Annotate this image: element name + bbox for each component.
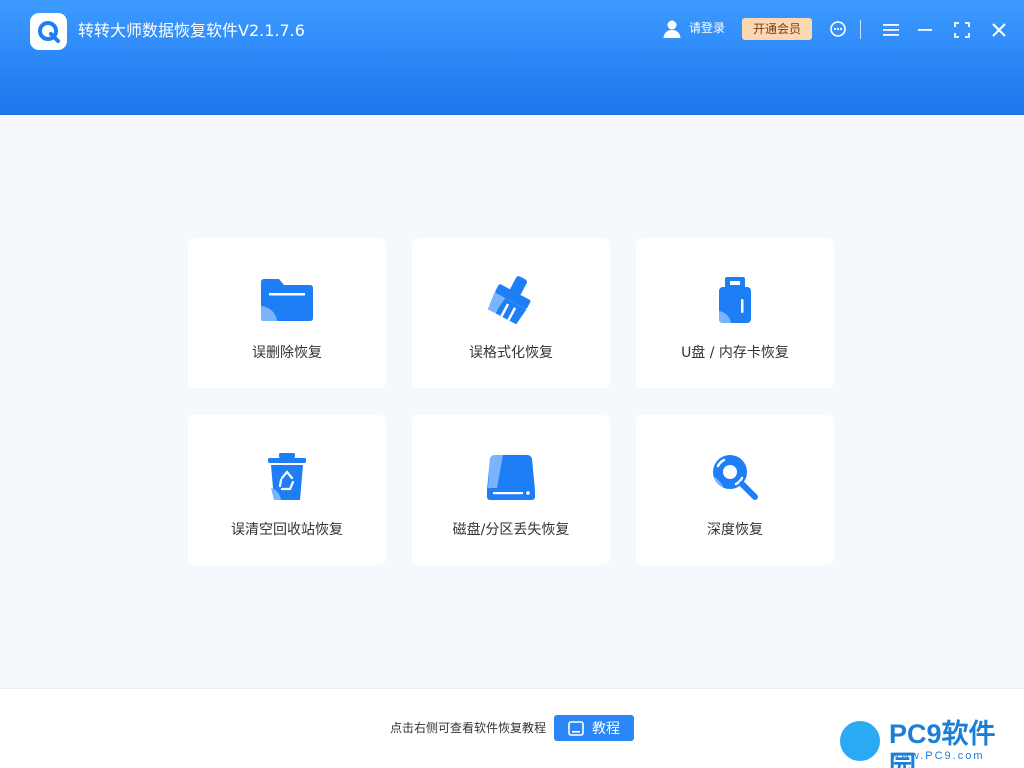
card-delete-recovery[interactable]: 误删除恢复 <box>188 238 386 388</box>
card-disk-recovery[interactable]: 磁盘/分区丢失恢复 <box>412 415 610 565</box>
folder-icon <box>261 279 313 321</box>
maximize-icon[interactable] <box>951 19 973 41</box>
card-deep-recovery[interactable]: 深度恢复 <box>636 415 834 565</box>
card-label: 深度恢复 <box>707 522 763 538</box>
card-label: 误清空回收站恢复 <box>231 522 343 538</box>
card-label: U盘 / 内存卡恢复 <box>681 345 789 361</box>
app-logo-icon <box>30 13 67 50</box>
support-icon[interactable] <box>827 18 849 40</box>
recycle-bin-icon <box>268 453 306 500</box>
menu-icon[interactable] <box>880 19 902 41</box>
vip-button[interactable]: 开通会员 <box>742 18 812 40</box>
disk-icon <box>487 455 535 500</box>
watermark-url: www.PC9.com <box>891 750 985 762</box>
card-format-recovery[interactable]: 误格式化恢复 <box>412 238 610 388</box>
usb-drive-icon <box>719 277 751 323</box>
pc9-watermark: PC9软件园 www.PC9.com <box>837 718 1022 768</box>
minimize-icon[interactable] <box>914 19 936 41</box>
card-recycle-bin-recovery[interactable]: 误清空回收站恢复 <box>188 415 386 565</box>
card-label: 误格式化恢复 <box>469 345 553 361</box>
pc9-logo-icon <box>837 718 883 764</box>
deep-scan-icon <box>713 455 758 500</box>
card-usb-recovery[interactable]: U盘 / 内存卡恢复 <box>636 238 834 388</box>
title-bar: 转转大师数据恢复软件V2.1.7.6 请登录 开通会员 <box>0 0 1024 115</box>
book-icon <box>568 720 584 736</box>
app-title: 转转大师数据恢复软件V2.1.7.6 <box>78 21 305 40</box>
card-label: 磁盘/分区丢失恢复 <box>452 522 570 538</box>
tutorial-label: 教程 <box>592 721 620 737</box>
user-icon[interactable] <box>662 19 682 39</box>
tutorial-hint: 点击右侧可查看软件恢复教程 <box>390 721 547 735</box>
brush-icon <box>487 276 531 325</box>
close-icon[interactable] <box>988 19 1010 41</box>
card-label: 误删除恢复 <box>252 345 322 361</box>
login-link[interactable]: 请登录 <box>689 20 725 36</box>
header-divider <box>860 20 861 39</box>
tutorial-button[interactable]: 教程 <box>554 715 634 741</box>
